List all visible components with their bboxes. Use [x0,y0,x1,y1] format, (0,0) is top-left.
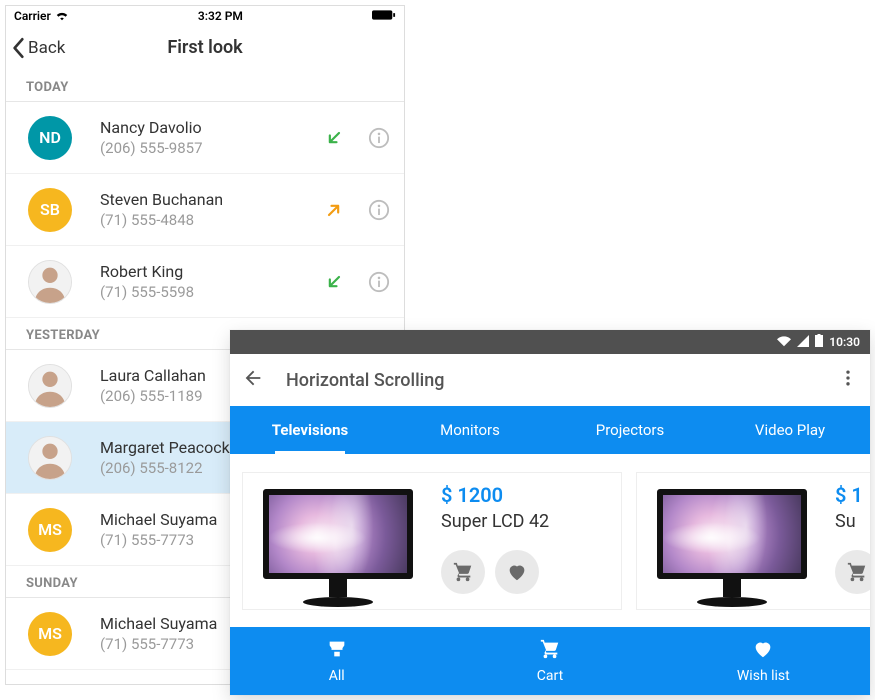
bottom-nav: All Cart Wish list [230,627,870,695]
contact-phone: (71) 555-5598 [100,283,316,301]
info-icon[interactable] [368,199,390,221]
cart-icon [452,561,474,583]
incoming-call-icon [324,128,344,148]
avatar [28,260,72,304]
product-name: Su [835,511,870,532]
chevron-left-icon [12,37,26,59]
add-to-cart-button[interactable] [441,550,485,594]
contact-name: Robert King [100,262,316,281]
heart-icon [752,638,774,664]
product-card[interactable]: $ 1200 Super LCD 42 [242,472,622,610]
contact-name: Steven Buchanan [100,190,316,209]
contact-row[interactable]: ND Nancy Davolio (206) 555-9857 [6,102,404,174]
cart-icon [846,561,868,583]
carrier-label: Carrier [14,9,51,23]
back-button[interactable]: Back [6,37,65,59]
contact-phone: (71) 555-4848 [100,211,316,229]
ios-status-bar: Carrier 3:32 PM [6,6,404,26]
clock-label: 10:30 [829,335,860,349]
wifi-icon [777,335,791,350]
bottomnav-label: Wish list [737,668,790,684]
add-to-cart-button[interactable] [835,550,870,594]
contact-name: Nancy Davolio [100,118,316,137]
product-card[interactable]: $ 1 Su [636,472,870,610]
android-screen: 10:30 Horizontal Scrolling TelevisionsMo… [230,330,870,695]
appbar-title: Horizontal Scrolling [286,370,838,391]
battery-icon [372,9,396,24]
product-price: $ 1200 [441,483,549,507]
product-image [657,489,807,607]
signal-icon [797,335,809,350]
info-icon[interactable] [368,271,390,293]
cart-icon [539,638,561,664]
back-arrow-icon[interactable] [242,367,264,393]
product-carousel[interactable]: $ 1200 Super LCD 42 $ 1 Su [230,454,870,628]
android-status-bar: 10:30 [230,330,870,354]
bottomnav-label: All [329,668,345,684]
product-name: Super LCD 42 [441,511,549,532]
section-header: TODAY [6,70,404,102]
add-to-wishlist-button[interactable] [495,550,539,594]
bottomnav-cart[interactable]: Cart [443,627,656,695]
avatar: SB [28,188,72,232]
contact-row[interactable]: Robert King (71) 555-5598 [6,246,404,318]
avatar [28,364,72,408]
bottomnav-wish-list[interactable]: Wish list [657,627,870,695]
wifi-icon [55,9,69,24]
contact-row[interactable]: SB Steven Buchanan (71) 555-4848 [6,174,404,246]
back-label: Back [28,38,65,58]
bottomnav-all[interactable]: All [230,627,443,695]
tab-video-play[interactable]: Video Play [710,406,870,454]
battery-icon [815,334,823,350]
tab-monitors[interactable]: Monitors [390,406,550,454]
avatar: MS [28,612,72,656]
page-title: First look [6,37,404,58]
bottomnav-label: Cart [537,668,563,684]
product-image [263,489,413,607]
heart-icon [506,561,528,583]
tab-televisions[interactable]: Televisions [230,406,390,454]
ios-nav-bar: Back First look [6,26,404,70]
outgoing-call-icon [324,200,344,220]
tab-projectors[interactable]: Projectors [550,406,710,454]
info-icon[interactable] [368,127,390,149]
android-appbar: Horizontal Scrolling [230,354,870,406]
product-price: $ 1 [835,483,870,507]
clock-label: 3:32 PM [198,9,243,23]
store-icon [326,638,348,664]
contact-phone: (206) 555-9857 [100,139,316,157]
avatar: MS [28,508,72,552]
avatar [28,436,72,480]
overflow-menu-icon[interactable] [838,368,858,392]
incoming-call-icon [324,272,344,292]
avatar: ND [28,116,72,160]
tab-strip: TelevisionsMonitorsProjectorsVideo Play [230,406,870,454]
